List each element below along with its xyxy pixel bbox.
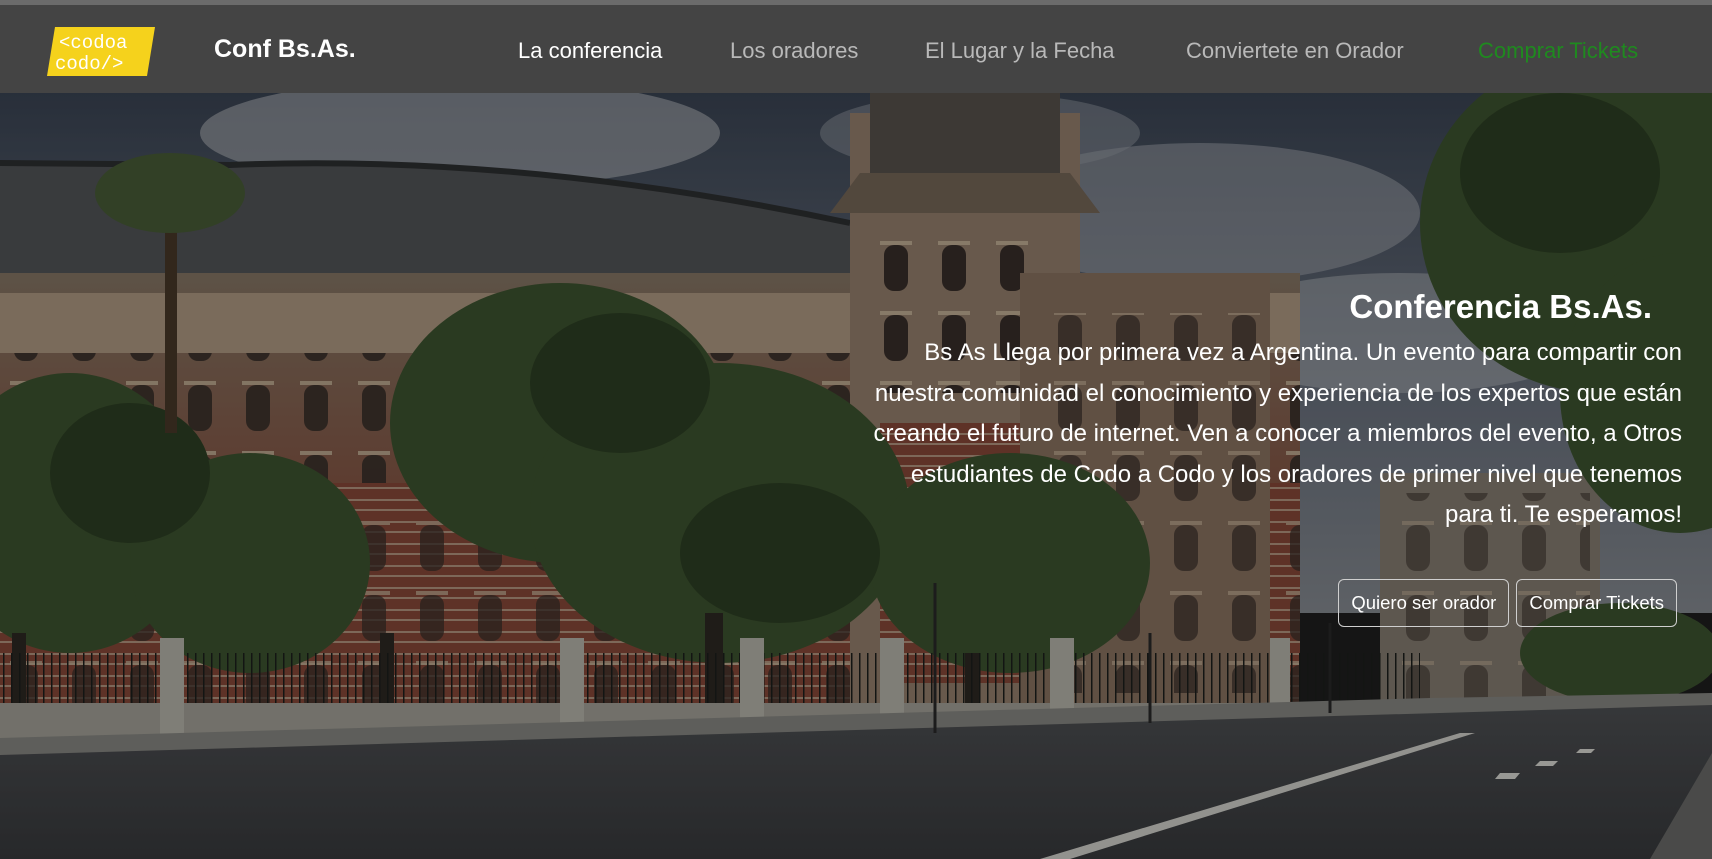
logo-line-1: <codoa <box>59 32 127 54</box>
quiero-ser-orador-button[interactable]: Quiero ser orador <box>1338 578 1510 627</box>
comprar-tickets-button[interactable]: Comprar Tickets <box>1516 578 1677 627</box>
hero-buttons: Quiero ser orador Comprar Tickets <box>862 578 1682 627</box>
hero-section: Conferencia Bs.As. Bs As Llega por prime… <box>0 93 1712 859</box>
nav-link-la-conferencia[interactable]: La conferencia <box>518 38 662 64</box>
page: <codoa codo/> Conf Bs.As. La conferencia… <box>0 0 1712 859</box>
codo-a-codo-logo[interactable]: <codoa codo/> <box>47 25 155 78</box>
logo-line-2: codo/> <box>55 53 123 75</box>
hero-description: Bs As Llega por primera vez a Argentina.… <box>873 339 1682 528</box>
hero-content: Conferencia Bs.As. Bs As Llega por prime… <box>862 287 1682 627</box>
top-navbar: <codoa codo/> Conf Bs.As. La conferencia… <box>0 0 1712 93</box>
nav-link-comprar-tickets[interactable]: Comprar Tickets <box>1478 38 1638 64</box>
brand-title[interactable]: Conf Bs.As. <box>214 35 356 64</box>
nav-link-el-lugar-y-la-fecha[interactable]: El Lugar y la Fecha <box>925 38 1115 64</box>
hero-title: Conferencia Bs.As. <box>1349 288 1652 325</box>
nav-link-conviertete-en-orador[interactable]: Conviertete en Orador <box>1186 38 1404 64</box>
nav-link-los-oradores[interactable]: Los oradores <box>730 38 858 64</box>
